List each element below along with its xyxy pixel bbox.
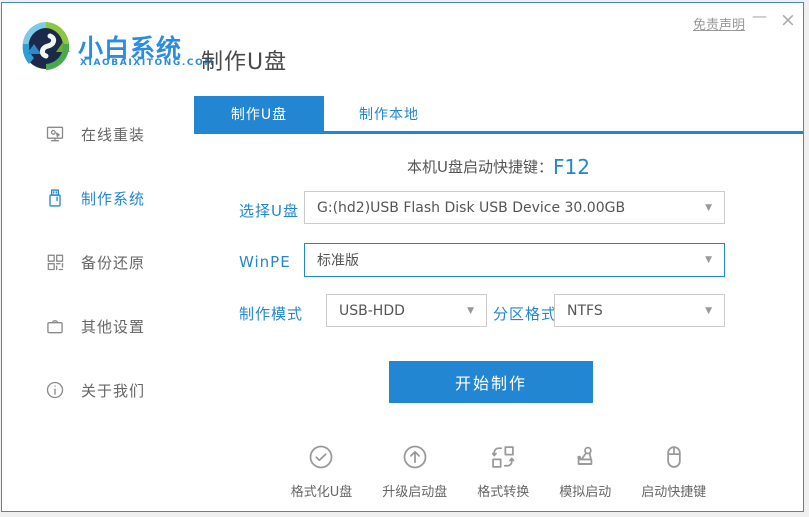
sidebar-item-label: 其他设置 [81, 316, 145, 337]
page-title: 制作U盘 [201, 44, 287, 76]
usb-device-select[interactable]: G:(hd2)USB Flash Disk USB Device 30.00GB… [304, 191, 725, 224]
stamp-icon [571, 443, 599, 475]
hotkey-hint: 本机U盘启动快捷键：F12 [194, 155, 803, 179]
toolbar-item-label: 启动快捷键 [641, 481, 706, 500]
convert-squares-icon [489, 443, 517, 475]
partition-format-label: 分区格式 [493, 303, 557, 324]
sidebar-item-other-settings[interactable]: 其他设置 [2, 306, 194, 346]
sidebar-item-label: 备份还原 [81, 252, 145, 273]
toolbar-item-label: 格式化U盘 [291, 481, 353, 500]
toolbar-item-boot-hotkey[interactable]: 启动快捷键 [641, 443, 706, 500]
backup-grid-icon [45, 252, 65, 272]
sidebar-item-online-reinstall[interactable]: 在线重装 [2, 114, 194, 154]
toolbar-item-simulate-boot[interactable]: 模拟启动 [559, 443, 611, 500]
winpe-select[interactable]: 标准版 ▼ [304, 243, 725, 277]
disclaimer-link[interactable]: 免责声明 [693, 14, 745, 33]
usb-device-value: G:(hd2)USB Flash Disk USB Device 30.00GB [317, 200, 625, 216]
partition-format-value: NTFS [567, 303, 603, 319]
check-circle-icon [307, 443, 335, 475]
briefcase-icon [45, 316, 65, 336]
sidebar-item-label: 制作系统 [81, 188, 145, 209]
info-circle-icon [45, 380, 65, 400]
make-mode-value: USB-HDD [339, 303, 405, 319]
tab-make-usb[interactable]: 制作U盘 [194, 96, 324, 131]
mouse-icon [660, 443, 688, 475]
toolbar-item-label: 升级启动盘 [382, 481, 447, 500]
toolbar-item-label: 格式转换 [477, 481, 529, 500]
start-make-button[interactable]: 开始制作 [389, 361, 593, 403]
tab-bar: 制作U盘 制作本地 [194, 96, 803, 134]
toolbar-item-upgrade-boot-disk[interactable]: 升级启动盘 [382, 443, 447, 500]
minimize-button[interactable]: — [752, 5, 767, 27]
brand-domain: XIAOBAIXITONG.COM [80, 58, 215, 68]
chevron-down-icon: ▼ [467, 306, 474, 316]
toolbar-item-format-usb[interactable]: 格式化U盘 [291, 443, 353, 500]
monitor-icon [45, 124, 65, 144]
partition-format-select[interactable]: NTFS ▼ [554, 294, 725, 327]
toolbar-item-format-convert[interactable]: 格式转换 [477, 443, 529, 500]
tab-underline [194, 131, 803, 134]
toolbar-item-label: 模拟启动 [559, 481, 611, 500]
bottom-toolbar: 格式化U盘 升级启动盘 格式 [194, 443, 803, 500]
chevron-down-icon: ▼ [705, 255, 712, 265]
hotkey-value: F12 [553, 155, 590, 179]
sidebar-item-backup-restore[interactable]: 备份还原 [2, 242, 194, 282]
close-button[interactable]: × [780, 9, 796, 31]
sidebar-item-label: 关于我们 [81, 380, 145, 401]
usb-drive-icon [45, 188, 65, 208]
app-window: 小白系统 XIAOBAIXITONG.COM 制作U盘 免责声明 — × 在线重… [1, 2, 804, 512]
winpe-label: WinPE [239, 253, 291, 271]
make-mode-label: 制作模式 [239, 303, 303, 324]
select-usb-label: 选择U盘 [239, 200, 299, 221]
hotkey-label: 本机U盘启动快捷键： [407, 158, 553, 176]
chevron-down-icon: ▼ [705, 306, 712, 316]
make-mode-select[interactable]: USB-HDD ▼ [326, 294, 487, 327]
sidebar-item-make-system[interactable]: 制作系统 [2, 178, 194, 218]
sidebar-item-about-us[interactable]: 关于我们 [2, 370, 194, 410]
arrow-up-circle-icon [401, 443, 429, 475]
app-logo-icon [20, 20, 72, 72]
sidebar-item-label: 在线重装 [81, 124, 145, 145]
winpe-value: 标准版 [317, 250, 359, 270]
chevron-down-icon: ▼ [705, 203, 712, 213]
sidebar: 在线重装 制作系统 备份还原 [2, 93, 194, 503]
tab-make-local[interactable]: 制作本地 [324, 96, 454, 131]
